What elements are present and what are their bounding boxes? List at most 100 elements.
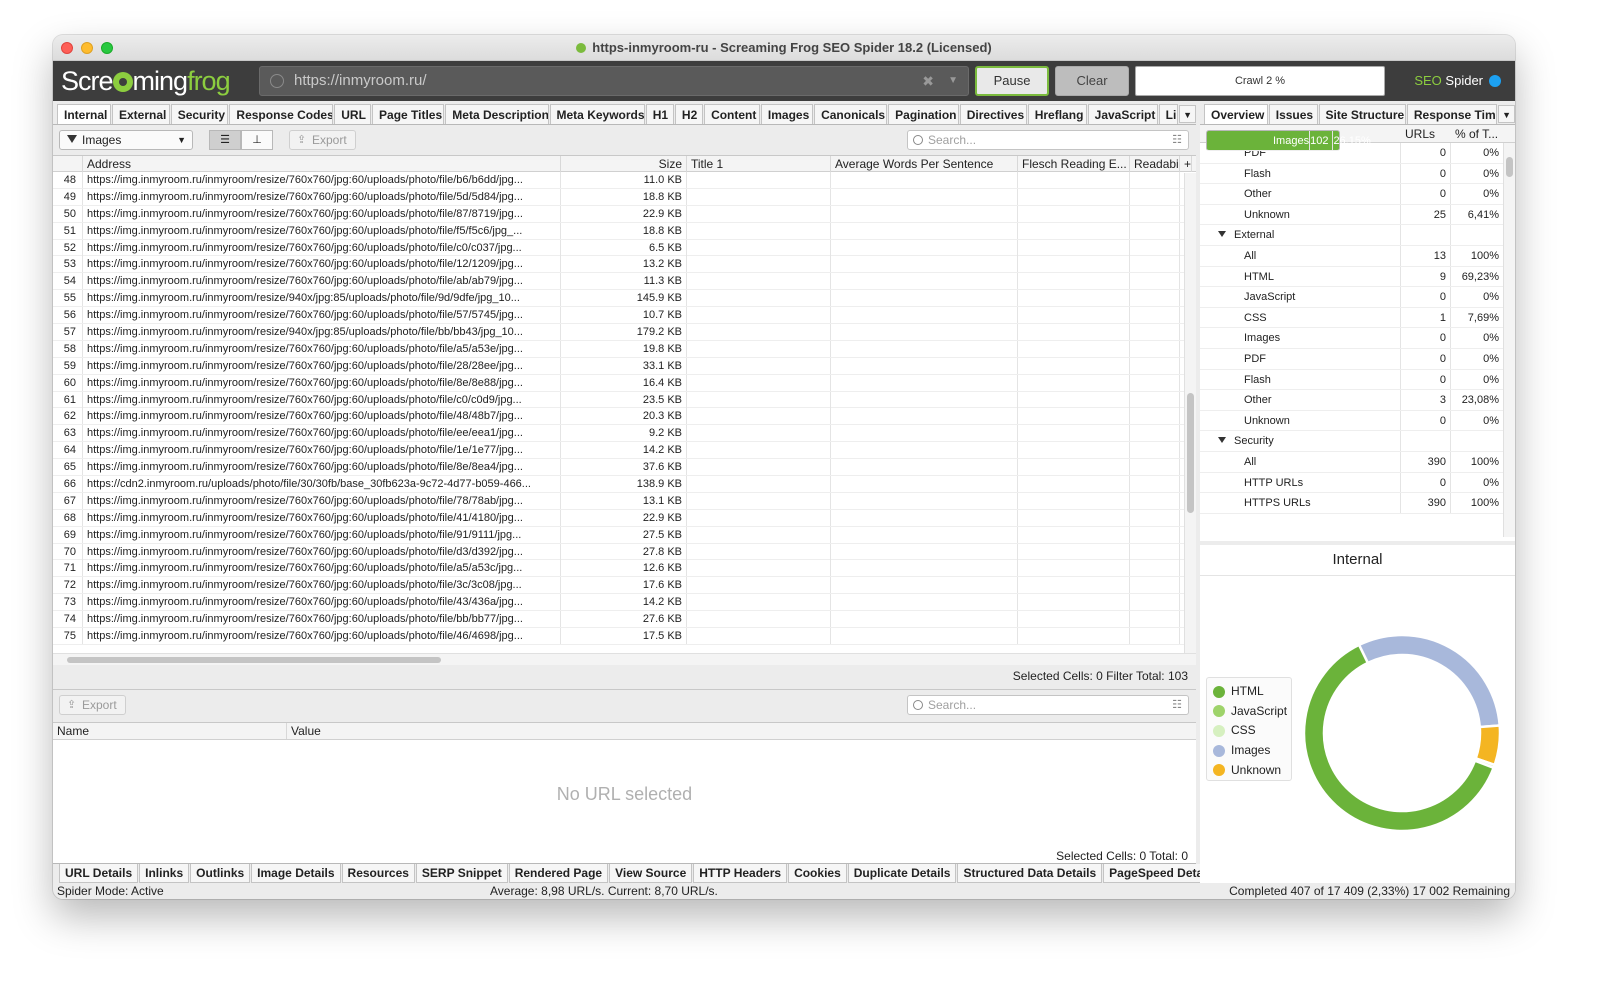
table-row[interactable]: 55 https://img.inmyroom.ru/inmyroom/resiz… <box>53 290 1196 308</box>
table-row[interactable]: 69 https://img.inmyroom.ru/inmyroom/resiz… <box>53 526 1196 544</box>
table-row[interactable]: 59 https://img.inmyroom.ru/inmyroom/resiz… <box>53 357 1196 375</box>
search-options-icon[interactable]: ☷ <box>1172 131 1182 149</box>
tab-image-details[interactable]: Image Details <box>251 864 341 883</box>
tab-lir[interactable]: Lir <box>1158 104 1179 124</box>
expand-triangle-icon[interactable] <box>1218 437 1226 444</box>
tab-overview[interactable]: Overview <box>1204 104 1268 124</box>
expand-triangle-icon[interactable] <box>1218 231 1226 238</box>
scroll-thumb[interactable] <box>1506 157 1513 177</box>
tab-response-codes[interactable]: Response Codes <box>229 104 334 124</box>
urls-column-header[interactable]: URLs <box>1401 125 1451 142</box>
tab-resources[interactable]: Resources <box>341 864 415 883</box>
tree-view-button[interactable]: ⊥ <box>241 130 273 150</box>
tab-outlinks[interactable]: Outlinks <box>190 864 251 883</box>
details-search-input[interactable]: Search... ☷ <box>907 695 1189 715</box>
table-row[interactable]: 52 https://img.inmyroom.ru/inmyroom/resiz… <box>53 239 1196 257</box>
overview-row[interactable]: Flash 0 0% <box>1200 369 1515 391</box>
overview-row[interactable]: HTML 9 69,23% <box>1200 266 1515 288</box>
overview-row[interactable]: HTTP URLs 0 0% <box>1200 472 1515 494</box>
vertical-scrollbar[interactable] <box>1184 173 1196 653</box>
tab-serp-snippet[interactable]: SERP Snippet <box>415 864 508 883</box>
tab-inlinks[interactable]: Inlinks <box>139 864 190 883</box>
more-right-tabs-dropdown-icon[interactable]: ▼ <box>1498 105 1515 123</box>
table-row[interactable]: 48 https://img.inmyroom.ru/inmyroom/resiz… <box>53 172 1196 189</box>
tab-response-tim[interactable]: Response Tim <box>1406 104 1498 124</box>
column-header-0[interactable] <box>53 156 83 172</box>
overview-row[interactable]: All 13 100% <box>1200 245 1515 267</box>
table-row[interactable]: 63 https://img.inmyroom.ru/inmyroom/resiz… <box>53 425 1196 443</box>
tab-h2[interactable]: H2 <box>674 104 704 124</box>
horizontal-scrollbar[interactable] <box>53 653 1196 665</box>
tab-issues[interactable]: Issues <box>1268 104 1318 124</box>
tab-meta-description[interactable]: Meta Description <box>445 104 549 124</box>
tab-meta-keywords[interactable]: Meta Keywords <box>549 104 645 124</box>
table-row[interactable]: 53 https://img.inmyroom.ru/inmyroom/resiz… <box>53 256 1196 274</box>
column-header-3[interactable]: Title 1 <box>687 156 831 172</box>
tab-page-titles[interactable]: Page Titles <box>372 104 445 124</box>
tab-canonicals[interactable]: Canonicals <box>814 104 888 124</box>
search-input[interactable]: Search... ☷ <box>907 130 1189 150</box>
overview-scrollbar[interactable] <box>1503 143 1515 537</box>
tab-view-source[interactable]: View Source <box>609 864 693 883</box>
more-tabs-dropdown-icon[interactable]: ▼ <box>1179 105 1196 123</box>
url-input[interactable]: https://inmyroom.ru/ ✖ ▼ <box>259 66 969 96</box>
overview-row[interactable]: JavaScript 0 0% <box>1200 287 1515 308</box>
table-row[interactable]: 70 https://img.inmyroom.ru/inmyroom/resiz… <box>53 543 1196 561</box>
column-header-5[interactable]: Flesch Reading E... <box>1018 156 1130 172</box>
search-options-icon[interactable]: ☷ <box>1172 696 1182 714</box>
table-row[interactable]: 61 https://img.inmyroom.ru/inmyroom/resiz… <box>53 391 1196 409</box>
export-button[interactable]: Export <box>289 130 356 150</box>
tab-security[interactable]: Security <box>170 104 229 124</box>
tab-javascript[interactable]: JavaScript <box>1087 104 1158 124</box>
table-row[interactable]: 67 https://img.inmyroom.ru/inmyroom/resiz… <box>53 492 1196 510</box>
tab-pagination[interactable]: Pagination <box>888 104 959 124</box>
donut-slice-images[interactable] <box>1357 633 1502 729</box>
zoom-window-button[interactable] <box>101 42 113 54</box>
table-row[interactable]: 50 https://img.inmyroom.ru/inmyroom/resiz… <box>53 205 1196 223</box>
table-row[interactable]: 74 https://img.inmyroom.ru/inmyroom/resiz… <box>53 611 1196 629</box>
overview-row[interactable]: Images 102 26,15% <box>1206 130 1371 151</box>
pause-button[interactable]: Pause <box>975 66 1049 96</box>
overview-row[interactable]: PDF 0 0% <box>1200 348 1515 370</box>
tab-h1[interactable]: H1 <box>645 104 674 124</box>
minimize-window-button[interactable] <box>81 42 93 54</box>
table-row[interactable]: 65 https://img.inmyroom.ru/inmyroom/resiz… <box>53 459 1196 477</box>
table-row[interactable]: 72 https://img.inmyroom.ru/inmyroom/resiz… <box>53 577 1196 595</box>
scroll-thumb[interactable] <box>1187 393 1194 513</box>
tab-structured-data-details[interactable]: Structured Data Details <box>957 864 1103 883</box>
tab-external[interactable]: External <box>112 104 170 124</box>
tab-hreflang[interactable]: Hreflang <box>1027 104 1087 124</box>
close-window-button[interactable] <box>61 42 73 54</box>
column-header-2[interactable]: Size <box>561 156 687 172</box>
overview-row[interactable]: Unknown 0 0% <box>1200 410 1515 432</box>
tab-url-details[interactable]: URL Details <box>59 864 139 883</box>
table-row[interactable]: 66 https://cdn2.inmyroom.ru/uploads/photo… <box>53 476 1196 493</box>
overview-row[interactable]: External <box>1200 225 1515 246</box>
table-row[interactable]: 73 https://img.inmyroom.ru/inmyroom/resiz… <box>53 594 1196 612</box>
table-row[interactable]: 62 https://img.inmyroom.ru/inmyroom/resiz… <box>53 408 1196 426</box>
details-export-button[interactable]: Export <box>59 695 126 715</box>
overview-row[interactable]: Other 3 23,08% <box>1200 390 1515 411</box>
column-header-4[interactable]: Average Words Per Sentence <box>831 156 1018 172</box>
tab-rendered-page[interactable]: Rendered Page <box>508 864 609 883</box>
list-view-button[interactable]: ☰ <box>209 130 241 150</box>
table-row[interactable]: 71 https://img.inmyroom.ru/inmyroom/resiz… <box>53 560 1196 578</box>
filter-select[interactable]: Images ▼ <box>59 130 193 150</box>
tab-url[interactable]: URL <box>334 104 372 124</box>
table-row[interactable]: 51 https://img.inmyroom.ru/inmyroom/resiz… <box>53 222 1196 240</box>
overview-row[interactable]: HTTPS URLs 390 100% <box>1200 493 1515 514</box>
twitter-icon[interactable] <box>1489 75 1501 87</box>
tab-duplicate-details[interactable]: Duplicate Details <box>847 864 957 883</box>
column-header-6[interactable]: Readabi <box>1130 156 1180 172</box>
table-row[interactable]: 68 https://img.inmyroom.ru/inmyroom/resiz… <box>53 509 1196 527</box>
table-row[interactable]: 75 https://img.inmyroom.ru/inmyroom/resiz… <box>53 628 1196 645</box>
table-row[interactable]: 57 https://img.inmyroom.ru/inmyroom/resiz… <box>53 324 1196 341</box>
table-row[interactable]: 64 https://img.inmyroom.ru/inmyroom/resiz… <box>53 442 1196 460</box>
table-row[interactable]: 60 https://img.inmyroom.ru/inmyroom/resiz… <box>53 374 1196 392</box>
overview-row[interactable]: Images 0 0% <box>1200 328 1515 349</box>
tab-cookies[interactable]: Cookies <box>788 864 847 883</box>
overview-row[interactable]: CSS 1 7,69% <box>1200 307 1515 329</box>
name-column-header[interactable]: Name <box>53 723 287 739</box>
clear-button[interactable]: Clear <box>1055 66 1129 96</box>
tab-directives[interactable]: Directives <box>959 104 1027 124</box>
